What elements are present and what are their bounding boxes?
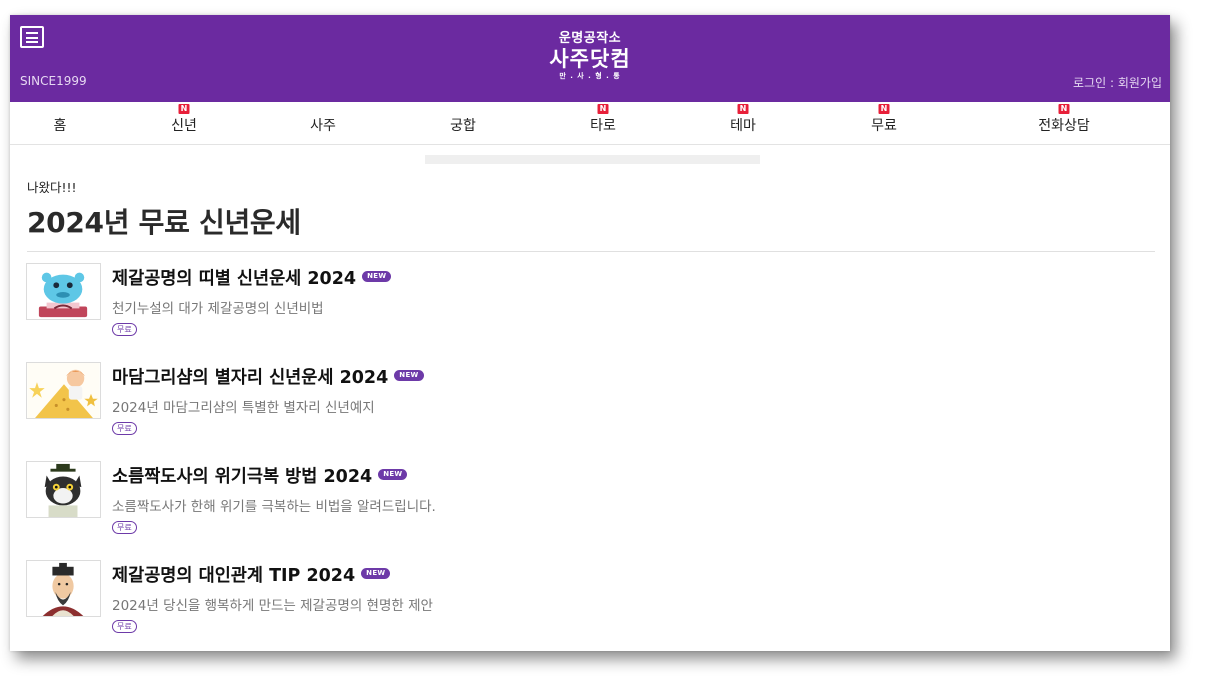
auth-separator: :	[1106, 76, 1118, 90]
login-link[interactable]: 로그인	[1073, 76, 1106, 90]
nav-label: 궁합	[450, 118, 476, 134]
item-description: 소름짝도사가 한해 위기를 극복하는 비법을 알려드립니다.	[112, 499, 436, 515]
item-text: 소름짝도사의 위기극복 방법 2024 NEW 소름짝도사가 한해 위기를 극복하…	[112, 463, 436, 534]
free-tag: 무료	[112, 521, 137, 534]
logo-title: 사주닷컴	[549, 47, 631, 71]
new-n-badge: N	[878, 104, 890, 114]
nav-label: 타로	[590, 118, 616, 134]
list-item[interactable]: 제갈공명의 대인관계 TIP 2024 NEW 2024년 당신을 행복하게 만드…	[26, 560, 1126, 651]
free-tag: 무료	[112, 620, 137, 633]
app-window: SINCE1999 운명공작소 사주닷컴 만 . 사 . 형 . 통 로그인 :…	[10, 15, 1170, 651]
nav-label: 사주	[310, 118, 336, 134]
divider	[27, 251, 1155, 252]
signup-link[interactable]: 회원가입	[1118, 76, 1162, 90]
nav-label: 신년	[171, 118, 197, 134]
new-n-badge: N	[178, 104, 190, 114]
new-n-badge: N	[597, 104, 609, 114]
new-badge: NEW	[378, 468, 408, 480]
nav-label: 무료	[871, 118, 897, 134]
since-label: SINCE1999	[20, 74, 87, 88]
nav-label: 전화상담	[1038, 118, 1090, 134]
nav-label: 홈	[53, 118, 67, 134]
page-title: 2024년 무료 신년운세	[27, 206, 301, 239]
main-nav: 홈 N 신년 사주 궁합 N 타로 N 테마 N 무료 N 전화상담	[10, 102, 1170, 145]
new-n-badge: N	[1058, 104, 1070, 114]
list-item[interactable]: 제갈공명의 띠별 신년운세 2024 NEW 천기누설의 대가 제갈공명의 신년비…	[26, 263, 1126, 362]
item-title[interactable]: 소름짝도사의 위기극복 방법 2024	[112, 463, 372, 488]
item-title[interactable]: 제갈공명의 대인관계 TIP 2024	[112, 562, 355, 587]
list-item[interactable]: 소름짝도사의 위기극복 방법 2024 NEW 소름짝도사가 한해 위기를 극복하…	[26, 461, 1126, 560]
free-tag: 무료	[112, 422, 137, 435]
fortune-list: 제갈공명의 띠별 신년운세 2024 NEW 천기누설의 대가 제갈공명의 신년비…	[26, 263, 1126, 651]
new-n-badge: N	[737, 104, 749, 114]
item-description: 천기누설의 대가 제갈공명의 신년비법	[112, 301, 324, 317]
site-logo[interactable]: 운명공작소 사주닷컴 만 . 사 . 형 . 통	[542, 31, 638, 81]
logo-subtitle: 운명공작소	[558, 31, 622, 46]
star-pyramid-girl-icon	[26, 362, 101, 419]
new-badge: NEW	[361, 567, 391, 579]
item-text: 제갈공명의 대인관계 TIP 2024 NEW 2024년 당신을 행복하게 만드…	[112, 562, 433, 633]
item-text: 제갈공명의 띠별 신년운세 2024 NEW 천기누설의 대가 제갈공명의 신년비…	[112, 265, 392, 336]
item-description: 2024년 마담그리샴의 특별한 별자리 신년예지	[112, 400, 375, 416]
black-cat-sage-icon	[26, 461, 101, 518]
zhuge-liang-portrait-icon	[26, 560, 101, 617]
hamburger-menu-icon[interactable]	[20, 26, 44, 48]
item-text: 마담그리샴의 별자리 신년운세 2024 NEW 2024년 마담그리샴의 특별한…	[112, 364, 424, 435]
blue-dragon-character-icon	[26, 263, 101, 320]
site-header: SINCE1999 운명공작소 사주닷컴 만 . 사 . 형 . 통 로그인 :…	[10, 15, 1170, 102]
new-badge: NEW	[394, 369, 424, 381]
item-title[interactable]: 제갈공명의 띠별 신년운세 2024	[112, 265, 356, 290]
item-title[interactable]: 마담그리샴의 별자리 신년운세 2024	[112, 364, 388, 389]
item-description: 2024년 당신을 행복하게 만드는 제갈공명의 현명한 제안	[112, 598, 433, 614]
auth-links: 로그인 : 회원가입	[1073, 74, 1162, 91]
logo-tagline: 만 . 사 . 형 . 통	[559, 72, 621, 80]
free-tag: 무료	[112, 323, 137, 336]
new-badge: NEW	[362, 270, 392, 282]
list-item[interactable]: 마담그리샴의 별자리 신년운세 2024 NEW 2024년 마담그리샴의 특별한…	[26, 362, 1126, 461]
eyebrow-text: 나왔다!!!	[27, 180, 77, 195]
main-content: 나왔다!!! 2024년 무료 신년운세	[27, 175, 1155, 252]
nav-label: 테마	[730, 118, 756, 134]
banner-placeholder	[425, 155, 760, 164]
